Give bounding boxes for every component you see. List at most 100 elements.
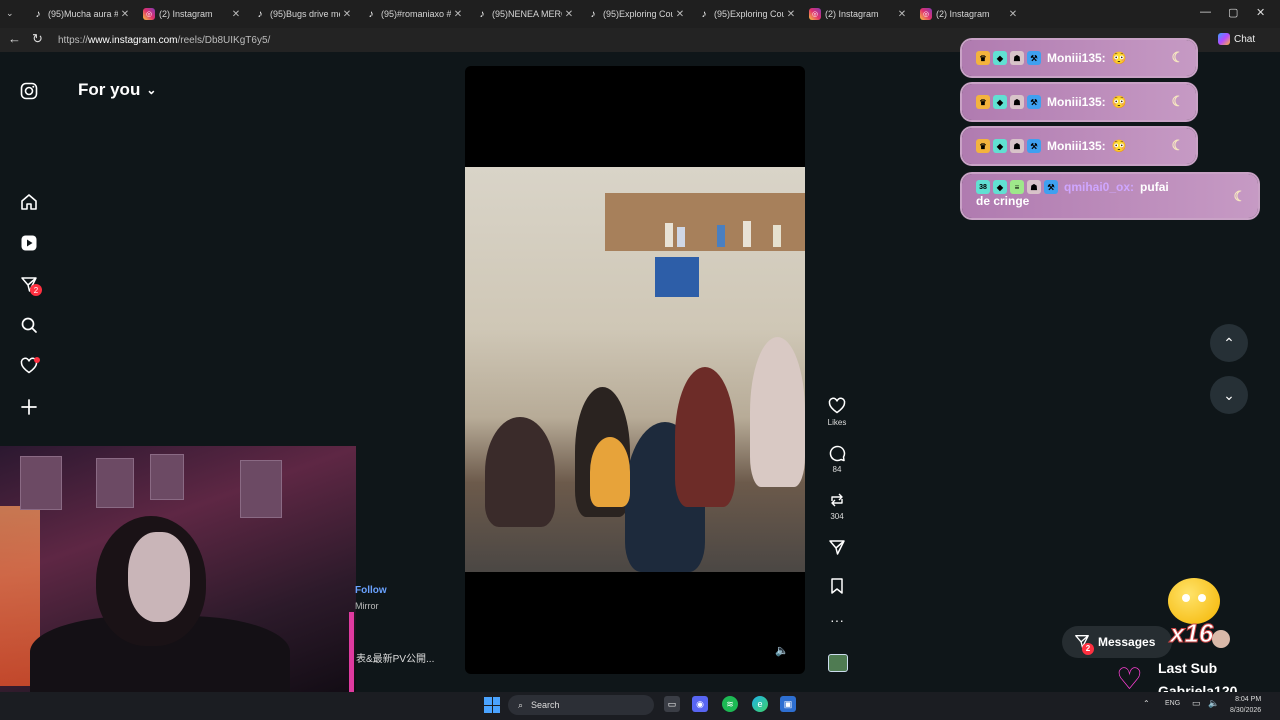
next-reel-button[interactable]: ⌄ bbox=[1210, 376, 1248, 414]
back-arrow-icon[interactable]: ← bbox=[8, 31, 21, 46]
cake-badge-icon: ☗ bbox=[1010, 139, 1024, 153]
taskbar-search[interactable]: ⌕ Search bbox=[508, 695, 654, 715]
chevron-up-icon: ⌃ bbox=[1223, 334, 1235, 351]
tray-chevron-icon[interactable]: ⌃ bbox=[1143, 699, 1150, 708]
close-tab-icon[interactable]: ✕ bbox=[784, 9, 798, 20]
browser-tab[interactable]: ♪(95)Exploring Couple✕ bbox=[692, 4, 798, 24]
app-icon[interactable]: ▣ bbox=[780, 696, 796, 712]
chat-username: qmihai0_ox: bbox=[1064, 180, 1135, 194]
audio-label[interactable]: Mirror bbox=[355, 601, 379, 611]
close-tab-icon[interactable]: ✕ bbox=[562, 9, 576, 20]
moon-icon: ☾ bbox=[1171, 137, 1184, 153]
taskbar-clock[interactable]: 8:04 PM 8/30/2026 bbox=[1230, 694, 1261, 716]
messages-button[interactable]: 2 Messages bbox=[1062, 626, 1172, 658]
comment-button[interactable]: 84 bbox=[820, 444, 854, 474]
repost-count: 304 bbox=[830, 512, 844, 521]
tab-list-chevron-icon[interactable]: ⌄ bbox=[6, 8, 14, 19]
spotify-icon[interactable]: ≋ bbox=[722, 696, 738, 712]
close-tab-icon[interactable]: ✕ bbox=[895, 9, 909, 20]
save-button[interactable] bbox=[820, 577, 854, 595]
close-tab-icon[interactable]: ✕ bbox=[451, 9, 465, 20]
close-window-icon[interactable]: ✕ bbox=[1256, 6, 1265, 19]
create-plus-icon[interactable] bbox=[18, 396, 40, 418]
tiktok-icon: ♪ bbox=[701, 8, 707, 20]
bits-badge-icon: ◆ bbox=[993, 95, 1007, 109]
tiktok-icon: ♪ bbox=[479, 8, 485, 20]
cake-badge-icon: ☗ bbox=[1010, 51, 1024, 65]
discord-icon[interactable]: ◉ bbox=[692, 696, 708, 712]
cake-badge-icon: ☗ bbox=[1027, 180, 1041, 194]
maximize-icon[interactable]: ▢ bbox=[1228, 6, 1238, 19]
comment-icon bbox=[829, 445, 846, 462]
feed-title: For you bbox=[78, 80, 141, 99]
previous-reel-button[interactable]: ⌃ bbox=[1210, 324, 1248, 362]
repost-icon bbox=[831, 493, 843, 507]
follow-button[interactable]: Follow bbox=[355, 585, 387, 596]
repost-button[interactable]: 304 bbox=[820, 491, 854, 521]
reel-player[interactable]: 🔈 bbox=[465, 66, 805, 674]
likes-label: Likes bbox=[827, 418, 847, 427]
input-language[interactable]: ENG bbox=[1165, 700, 1180, 707]
heart-icon bbox=[828, 397, 846, 414]
instagram-icon: ◎ bbox=[143, 8, 155, 20]
browser-tab[interactable]: ◎ (2) Instagram ✕ bbox=[803, 4, 909, 24]
search-label: Search bbox=[531, 700, 560, 710]
hammer-badge-icon: ⚒ bbox=[1044, 180, 1058, 194]
sub-multiplier: x16 bbox=[1169, 618, 1214, 649]
feed-selector[interactable]: For you ⌄ bbox=[78, 80, 156, 100]
reel-video-frame[interactable] bbox=[465, 167, 805, 572]
bits-badge-icon: ◆ bbox=[993, 51, 1007, 65]
search-icon[interactable] bbox=[18, 314, 40, 336]
send-icon bbox=[829, 540, 845, 555]
minimize-icon[interactable]: — bbox=[1200, 6, 1211, 18]
chat-label: Chat bbox=[1234, 33, 1256, 45]
instagram-icon: ◎ bbox=[920, 8, 932, 20]
close-tab-icon[interactable]: ✕ bbox=[229, 9, 243, 20]
reload-icon[interactable]: ↻ bbox=[32, 31, 43, 47]
messages-badge: 2 bbox=[1082, 642, 1094, 655]
close-tab-icon[interactable]: ✕ bbox=[673, 9, 687, 20]
audio-thumbnail[interactable] bbox=[828, 654, 848, 672]
share-button[interactable] bbox=[820, 538, 854, 556]
chat-text: 😳 bbox=[1111, 51, 1127, 65]
classroom-shelf bbox=[605, 193, 805, 251]
close-tab-icon[interactable]: ✕ bbox=[340, 9, 354, 20]
chat-text: 😳 bbox=[1111, 139, 1127, 153]
like-button[interactable]: Likes bbox=[820, 397, 854, 427]
browser-tab[interactable]: ♪(95)NENEA MERCAN✕ bbox=[470, 4, 576, 24]
browser-tab[interactable]: ♪(95)Mucha aura #cat✕ bbox=[26, 4, 132, 24]
copilot-chat-button[interactable]: Chat bbox=[1218, 33, 1255, 45]
url-domain: www.instagram.com bbox=[88, 34, 178, 46]
edge-icon[interactable]: e bbox=[752, 696, 768, 712]
hammer-badge-icon: ⚒ bbox=[1027, 95, 1041, 109]
network-icon[interactable]: ▭ bbox=[1192, 698, 1201, 709]
browser-tab[interactable]: ◎ (2) Instagram ✕ bbox=[914, 4, 1020, 24]
volume-icon[interactable]: 🔈 bbox=[775, 644, 789, 657]
wall-poster bbox=[240, 460, 282, 518]
chevron-down-icon: ⌄ bbox=[146, 83, 157, 97]
browser-tab[interactable]: ♪(95)Exploring Couple✕ bbox=[581, 4, 687, 24]
chevron-down-icon: ⌄ bbox=[1223, 386, 1235, 403]
volume-icon[interactable]: 🔈 bbox=[1208, 698, 1219, 709]
hammer-badge-icon: ⚒ bbox=[1027, 51, 1041, 65]
reels-icon[interactable] bbox=[18, 232, 40, 254]
streamer-face bbox=[128, 532, 190, 622]
browser-tab[interactable]: ♪(95)#romaniaxo #br✕ bbox=[359, 4, 465, 24]
chat-text-continued: de cringe bbox=[976, 194, 1030, 208]
url-field[interactable]: https://www.instagram.com/reels/Db8UIKgT… bbox=[58, 31, 958, 49]
browser-tab-strip: ⌄ ♪(95)Mucha aura #cat✕ ◎(2) Instagram✕ … bbox=[0, 0, 1280, 28]
home-icon[interactable] bbox=[18, 191, 40, 213]
instagram-icon: ◎ bbox=[809, 8, 821, 20]
task-view-icon[interactable]: ▭ bbox=[664, 696, 680, 712]
more-options-icon[interactable]: ··· bbox=[820, 612, 854, 628]
close-tab-icon[interactable]: ✕ bbox=[118, 9, 132, 20]
close-tab-icon[interactable]: ✕ bbox=[1006, 9, 1020, 20]
browser-tab[interactable]: ♪(95)Bugs drive me cr✕ bbox=[248, 4, 354, 24]
chat-username: Moniii135: bbox=[1047, 95, 1106, 109]
instagram-logo-icon[interactable] bbox=[18, 80, 40, 102]
browser-tab[interactable]: ◎ (2) Instagram ✕ bbox=[137, 4, 243, 24]
notification-badge: 2 bbox=[30, 284, 42, 296]
windows-start-icon[interactable] bbox=[484, 697, 500, 713]
tiktok-icon: ♪ bbox=[35, 8, 41, 20]
streamer-webcam bbox=[0, 446, 356, 692]
